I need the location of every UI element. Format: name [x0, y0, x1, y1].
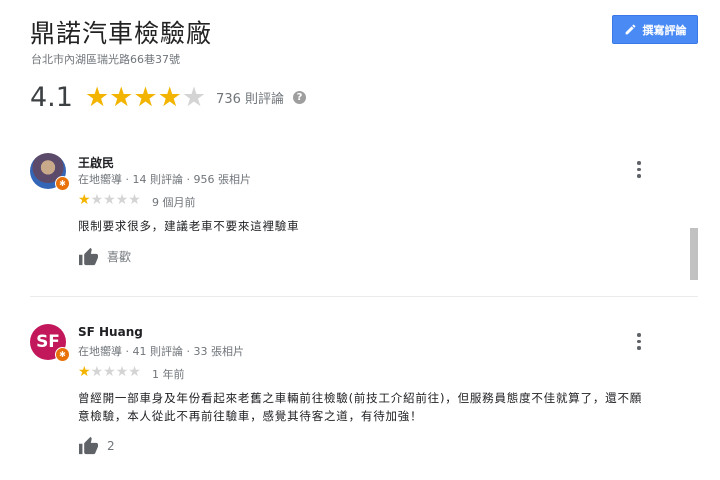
place-title: 鼎諾汽車檢驗廠 — [30, 19, 213, 48]
review-text-line: 意檢驗，本人從此不再前往驗車，感覺其待客之道，有待加強！ — [78, 409, 423, 423]
avatar[interactable]: SF ✱ — [30, 324, 70, 362]
star-icon: ★ — [115, 192, 129, 208]
review-time: 9 個月前 — [152, 196, 196, 209]
star-icon: ★ — [78, 364, 91, 380]
write-review-button[interactable]: 撰寫評論 — [612, 15, 698, 44]
reviewer-meta: 在地嚮導 · 14 則評論 · 956 張相片 — [78, 173, 251, 186]
review-stars: ★ ★ ★ ★ ★ — [78, 365, 141, 379]
star-icon: ★ — [115, 364, 129, 380]
more-options-icon[interactable] — [637, 333, 641, 350]
star-icon: ★ — [128, 364, 141, 380]
place-address: 台北市內湖區瑞光路66巷37號 — [31, 53, 180, 66]
reviewer-name[interactable]: 王啟民 — [78, 154, 114, 171]
write-review-label: 撰寫評論 — [642, 23, 687, 37]
thumbs-up-icon — [79, 247, 98, 266]
star-icon: ★ — [90, 192, 104, 208]
pencil-icon — [625, 24, 635, 35]
star-icon: ★ — [103, 364, 116, 380]
more-options-icon[interactable] — [637, 161, 641, 178]
review-text: 限制要求很多，建議老車不要來這裡驗車 — [78, 219, 300, 233]
thumbs-up-icon — [79, 436, 98, 455]
like-label: 喜歡 — [107, 250, 132, 264]
rating-stars: ★ ★ ★ ★ ★ — [85, 84, 206, 111]
rating-value: 4.1 — [30, 82, 73, 113]
review-count[interactable]: 736 則評論 — [216, 88, 284, 107]
star-icon: ★ — [90, 364, 104, 380]
review-time: 1 年前 — [152, 368, 185, 381]
help-icon[interactable]: ? — [293, 91, 306, 104]
star-icon: ★ — [109, 82, 134, 113]
like-button[interactable]: 喜歡 — [78, 247, 131, 266]
reviewer-meta: 在地嚮導 · 41 則評論 · 33 張相片 — [78, 345, 244, 358]
local-guide-badge-icon: ✱ — [55, 347, 70, 362]
avatar[interactable]: ✱ — [30, 153, 70, 191]
like-count: 2 — [107, 438, 115, 453]
star-icon: ★ — [157, 82, 182, 113]
star-icon: ★ — [133, 82, 158, 113]
local-guide-badge-icon: ✱ — [55, 176, 70, 191]
scrollbar[interactable] — [690, 228, 698, 280]
review-text-line: 曾經開一部車身及年份看起來老舊之車輛前往檢驗(前技工介紹前往)，但服務員態度不佳… — [78, 391, 643, 405]
rating-summary: 4.1 ★ ★ ★ ★ ★ 736 則評論 ? — [30, 82, 306, 113]
star-icon: ★ — [78, 192, 91, 208]
star-icon: ★ — [84, 82, 110, 113]
reviewer-name[interactable]: SF Huang — [78, 325, 143, 339]
review-stars: ★ ★ ★ ★ ★ — [78, 193, 141, 207]
star-icon: ★ — [181, 82, 207, 113]
review-divider — [30, 296, 698, 297]
star-icon: ★ — [103, 192, 116, 208]
like-button[interactable]: 2 — [78, 436, 115, 455]
star-icon: ★ — [128, 192, 141, 208]
